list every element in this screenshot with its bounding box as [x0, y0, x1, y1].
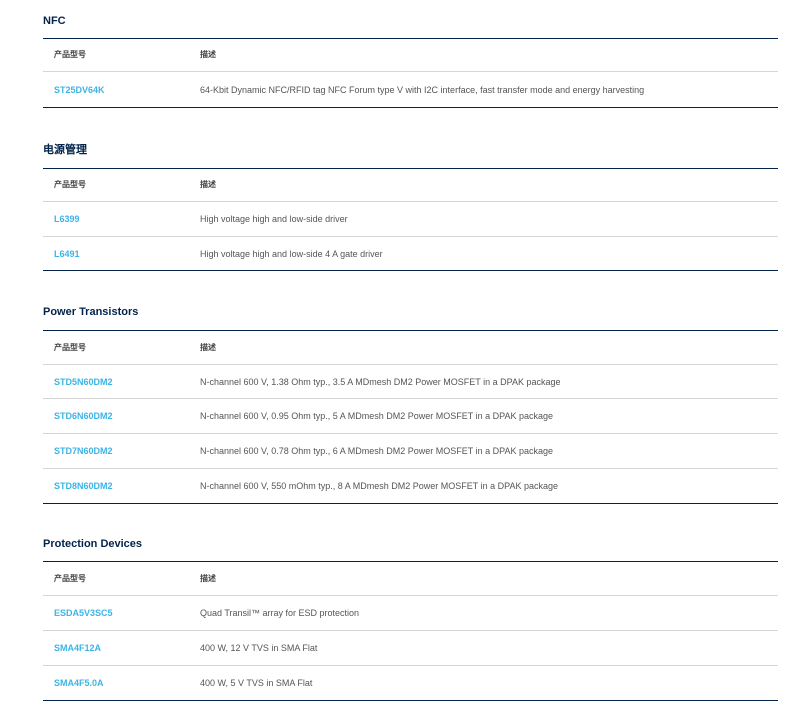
part-link[interactable]: L6399	[54, 213, 80, 225]
column-header-part: 产品型号	[54, 342, 86, 352]
table-row: ST25DV64K 64-Kbit Dynamic NFC/RFID tag N…	[43, 72, 778, 107]
table-row: SMA4F5.0A 400 W, 5 V TVS in SMA Flat	[43, 666, 778, 700]
table-header-row: 产品型号 描述	[43, 331, 778, 365]
table-row: STD7N60DM2 N-channel 600 V, 0.78 Ohm typ…	[43, 434, 778, 469]
part-description: 400 W, 5 V TVS in SMA Flat	[200, 678, 313, 688]
table-row: ESDA5V3SC5 Quad Transil™ array for ESD p…	[43, 596, 778, 631]
section-title: Protection Devices	[43, 538, 143, 550]
table-header-row: 产品型号 描述	[43, 39, 778, 72]
table-row: L6399 High voltage high and low-side dri…	[43, 202, 778, 237]
column-header-part: 产品型号	[54, 50, 86, 59]
part-description: N-channel 600 V, 1.38 Ohm typ., 3.5 A MD…	[200, 376, 561, 387]
part-description: 400 W, 12 V TVS in SMA Flat	[200, 643, 318, 653]
column-header-desc: 描述	[200, 342, 216, 352]
table-row: STD6N60DM2 N-channel 600 V, 0.95 Ohm typ…	[43, 399, 778, 434]
product-table: 产品型号 描述 ST25DV64K 64-Kbit Dynamic NFC/RF…	[43, 38, 778, 108]
table-row: L6491 High voltage high and low-side 4 A…	[43, 237, 778, 270]
table-row: STD5N60DM2 N-channel 600 V, 1.38 Ohm typ…	[43, 365, 778, 399]
part-link[interactable]: STD8N60DM2	[54, 480, 113, 492]
part-description: High voltage high and low-side driver	[200, 214, 348, 224]
product-table: 产品型号 描述 L6399 High voltage high and low-…	[43, 168, 778, 271]
part-description: 64-Kbit Dynamic NFC/RFID tag NFC Forum t…	[200, 84, 645, 95]
part-description: Quad Transil™ array for ESD protection	[200, 608, 360, 618]
part-link[interactable]: ESDA5V3SC5	[54, 607, 113, 619]
column-header-part: 产品型号	[54, 180, 86, 189]
table-header-row: 产品型号 描述	[43, 169, 778, 202]
part-link[interactable]: ST25DV64K	[54, 84, 105, 96]
part-description: N-channel 600 V, 0.78 Ohm typ., 6 A MDme…	[200, 446, 553, 456]
table-header-row: 产品型号 描述	[43, 562, 778, 596]
column-header-part: 产品型号	[54, 573, 86, 583]
part-link[interactable]: STD6N60DM2	[54, 410, 113, 422]
table-row: SMA4F12A 400 W, 12 V TVS in SMA Flat	[43, 631, 778, 666]
part-link[interactable]: STD7N60DM2	[54, 445, 113, 457]
product-table: 产品型号 描述 STD5N60DM2 N-channel 600 V, 1.38…	[43, 330, 778, 504]
part-description: N-channel 600 V, 550 mOhm typ., 8 A MDme…	[200, 481, 558, 491]
part-link[interactable]: SMA4F12A	[54, 642, 101, 654]
part-description: N-channel 600 V, 0.95 Ohm typ., 5 A MDme…	[200, 411, 553, 421]
column-header-desc: 描述	[200, 50, 216, 59]
section-title: Power Transistors	[43, 306, 139, 318]
section-title: NFC	[43, 15, 66, 27]
column-header-desc: 描述	[200, 180, 216, 189]
table-row: STD8N60DM2 N-channel 600 V, 550 mOhm typ…	[43, 469, 778, 503]
product-table: 产品型号 描述 ESDA5V3SC5 Quad Transil™ array f…	[43, 561, 778, 701]
part-link[interactable]: STD5N60DM2	[54, 376, 113, 388]
section-title: 电源管理	[43, 144, 87, 156]
part-link[interactable]: SMA4F5.0A	[54, 677, 104, 689]
part-link[interactable]: L6491	[54, 248, 80, 260]
column-header-desc: 描述	[200, 573, 216, 583]
part-description: High voltage high and low-side 4 A gate …	[200, 248, 383, 259]
